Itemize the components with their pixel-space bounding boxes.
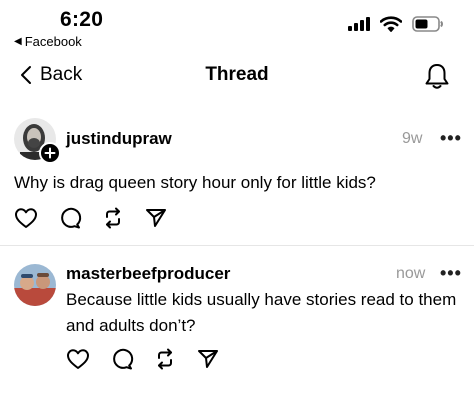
post-text: Why is drag queen story hour only for li… (14, 173, 376, 192)
post-actions (14, 206, 168, 230)
back-to-app-link[interactable]: ◀ Facebook (14, 34, 82, 49)
comment-icon[interactable] (110, 347, 134, 371)
reply-text: Because little kids usually have stories… (66, 290, 457, 335)
bell-button[interactable] (424, 62, 450, 95)
signal-icon (348, 17, 370, 31)
comment-icon[interactable] (58, 206, 82, 230)
bell-icon (425, 64, 449, 89)
repost-icon[interactable] (154, 347, 176, 371)
heart-icon[interactable] (66, 348, 90, 370)
heart-icon[interactable] (14, 207, 38, 229)
post-username[interactable]: justindupraw (66, 129, 172, 149)
more-options-button[interactable]: ••• (440, 263, 462, 284)
back-triangle-icon: ◀ (14, 36, 22, 47)
back-label: Back (40, 64, 83, 85)
avatar-photo (14, 264, 56, 306)
reply-actions (66, 347, 220, 371)
status-time: 6:20 (60, 8, 104, 31)
status-icons (348, 16, 444, 32)
back-button[interactable]: Back (20, 64, 82, 86)
post-timestamp: 9w (402, 130, 423, 147)
repost-icon[interactable] (102, 206, 124, 230)
more-options-button[interactable]: ••• (440, 128, 462, 149)
chevron-left-icon (21, 66, 31, 84)
battery-icon (412, 16, 443, 32)
send-icon[interactable] (144, 207, 168, 229)
back-app-label: Facebook (24, 34, 82, 49)
avatar[interactable] (14, 264, 56, 306)
wifi-icon (380, 16, 402, 32)
reply-timestamp: now (396, 265, 426, 282)
post-divider (0, 245, 474, 246)
follow-plus-icon[interactable] (39, 142, 61, 164)
reply-username[interactable]: masterbeefproducer (66, 264, 230, 284)
send-icon[interactable] (196, 348, 220, 370)
